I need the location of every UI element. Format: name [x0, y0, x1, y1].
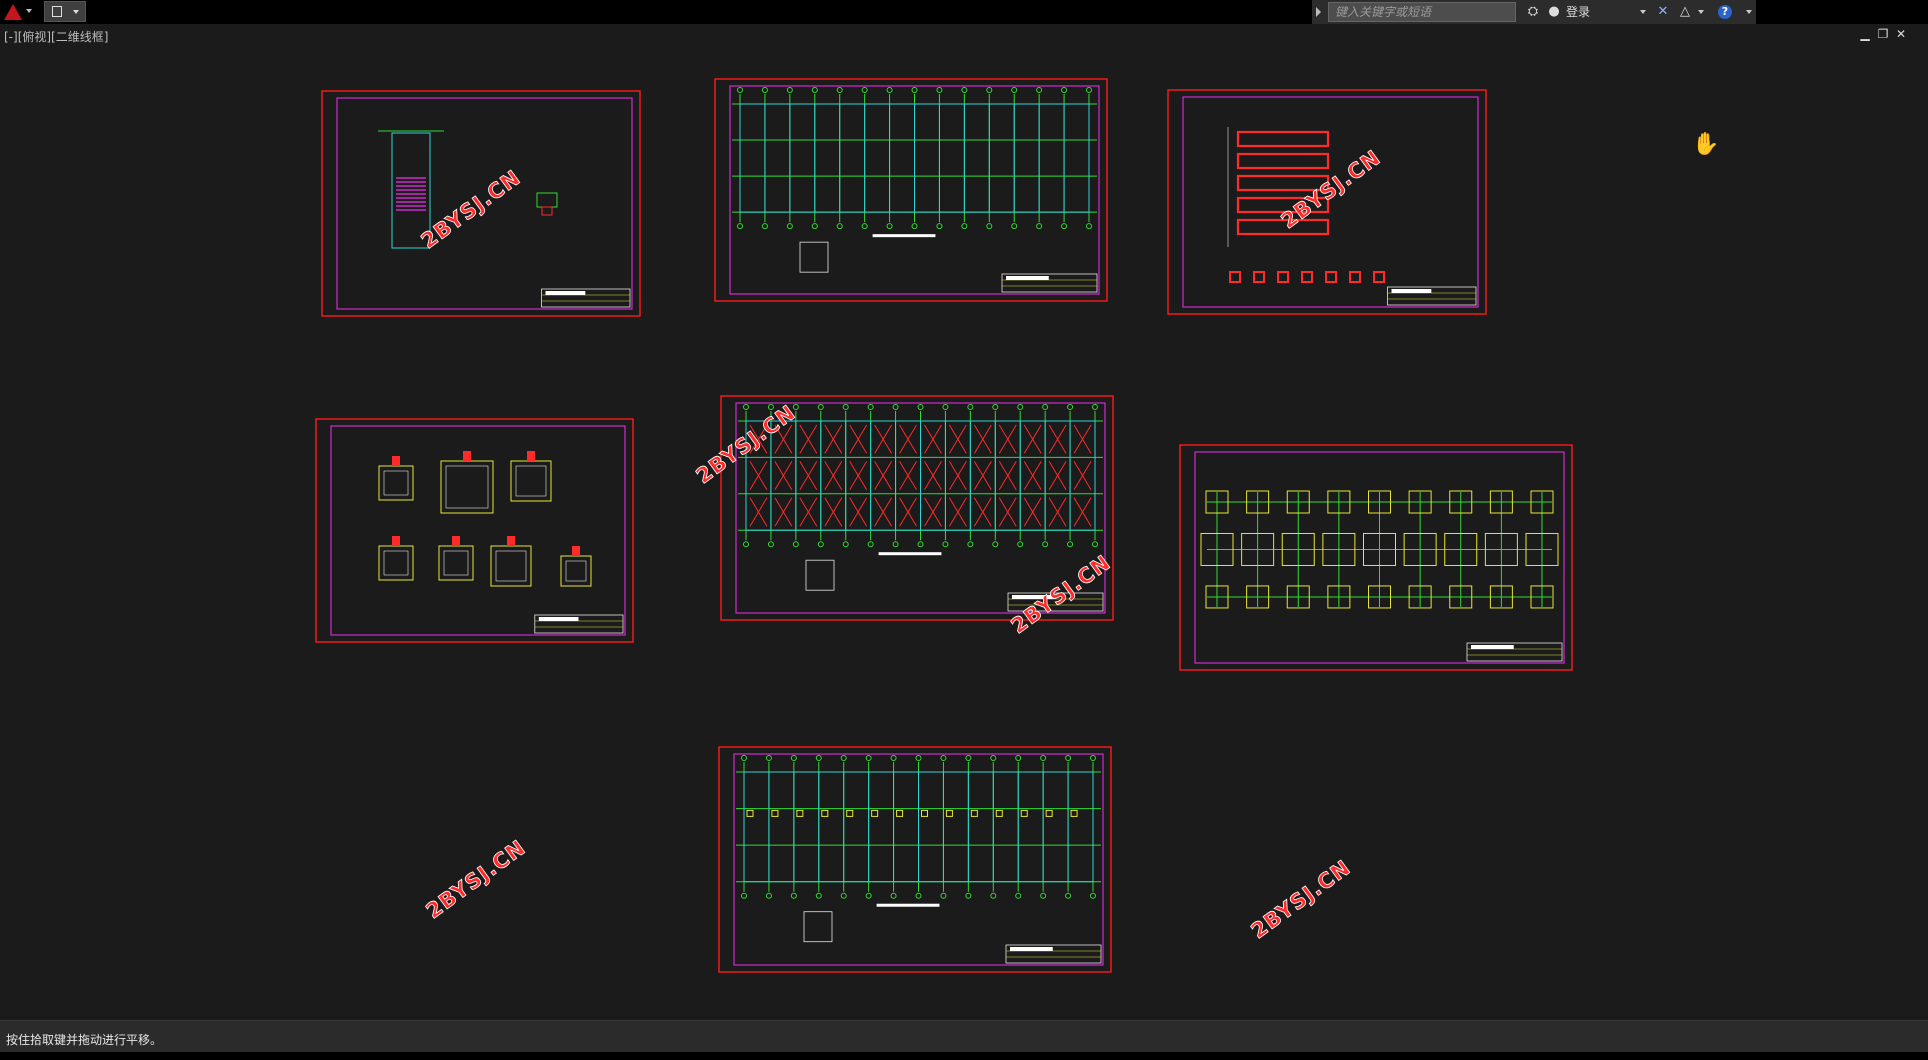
- document-icon: [52, 6, 62, 17]
- a360-triangle-icon[interactable]: △: [1676, 2, 1694, 22]
- search-input[interactable]: [1328, 2, 1516, 22]
- drawing-canvas[interactable]: 2BYSJ.CN2BYSJ.CN2BYSJ.CN2BYSJ.CN2BYSJ.CN…: [0, 46, 1928, 1020]
- watermark-text: 2BYSJ.CN: [417, 165, 525, 253]
- drawing-sheet[interactable]: [315, 418, 634, 643]
- watermark-text: 2BYSJ.CN: [1247, 855, 1355, 943]
- chevron-down-icon: [73, 10, 79, 14]
- expand-arrow-icon[interactable]: [1316, 7, 1321, 17]
- chevron-down-icon: [26, 9, 32, 13]
- chevron-down-icon[interactable]: [1640, 10, 1646, 14]
- close-icon[interactable]: ✕: [1894, 27, 1908, 41]
- drawing-sheet[interactable]: [1179, 444, 1573, 671]
- viewport-controls-label[interactable]: [-][俯视][二维线框]: [4, 28, 108, 45]
- user-icon[interactable]: ●: [1546, 2, 1562, 22]
- help-glyph: ?: [1718, 5, 1732, 19]
- watermark-text: 2BYSJ.CN: [1007, 550, 1115, 638]
- bottom-edge: [0, 1052, 1928, 1060]
- drawing-sheet[interactable]: [714, 78, 1108, 302]
- infocenter-toolbar: ⛭ ● 登录 ✕ △ ?: [1312, 0, 1756, 24]
- command-prompt-text: 按住拾取键并拖动进行平移。: [6, 1033, 163, 1047]
- binoculars-icon[interactable]: ⛭: [1524, 2, 1542, 22]
- chevron-down-icon[interactable]: [1698, 10, 1704, 14]
- title-bar: ⛭ ● 登录 ✕ △ ?: [0, 0, 1928, 24]
- quick-access-toolbar[interactable]: [44, 1, 86, 22]
- restore-icon[interactable]: ❐: [1876, 27, 1890, 41]
- watermark-text: 2BYSJ.CN: [422, 835, 530, 923]
- chevron-down-icon[interactable]: [1746, 10, 1752, 14]
- login-button[interactable]: 登录: [1566, 2, 1590, 22]
- application-menu-button[interactable]: [0, 0, 36, 24]
- minimize-icon[interactable]: ▁: [1858, 27, 1872, 41]
- help-icon[interactable]: ?: [1716, 2, 1734, 22]
- autocad-logo-icon: [4, 4, 22, 20]
- hand-pan-icon: ✋: [1692, 132, 1720, 157]
- drawing-sheet[interactable]: [718, 746, 1112, 973]
- exchange-x-icon[interactable]: ✕: [1654, 2, 1672, 22]
